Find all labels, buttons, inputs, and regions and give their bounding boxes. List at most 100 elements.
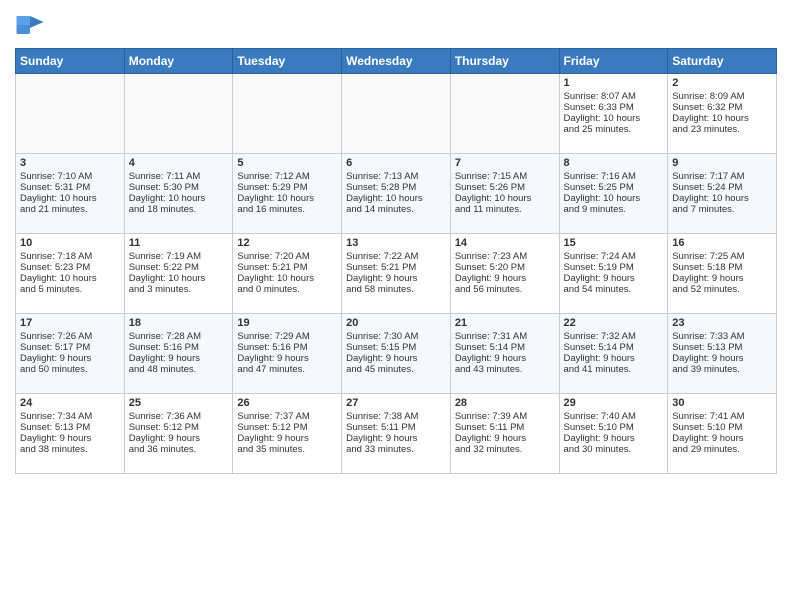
day-info-line: Daylight: 10 hours: [237, 273, 337, 284]
calendar-week-1: 1Sunrise: 8:07 AMSunset: 6:33 PMDaylight…: [16, 74, 777, 154]
day-info-line: Sunrise: 7:23 AM: [455, 251, 555, 262]
calendar-cell: 5Sunrise: 7:12 AMSunset: 5:29 PMDaylight…: [233, 154, 342, 234]
calendar-cell: 19Sunrise: 7:29 AMSunset: 5:16 PMDayligh…: [233, 314, 342, 394]
calendar-cell: 12Sunrise: 7:20 AMSunset: 5:21 PMDayligh…: [233, 234, 342, 314]
day-info-line: and 54 minutes.: [564, 284, 664, 295]
day-info-line: and 0 minutes.: [237, 284, 337, 295]
day-info-line: Sunrise: 7:18 AM: [20, 251, 120, 262]
day-info-line: Sunrise: 7:10 AM: [20, 171, 120, 182]
day-info-line: Sunset: 5:21 PM: [346, 262, 446, 273]
day-info-line: Sunset: 5:13 PM: [672, 342, 772, 353]
day-info-line: and 9 minutes.: [564, 204, 664, 215]
day-info-line: Daylight: 10 hours: [564, 113, 664, 124]
day-number: 1: [564, 77, 664, 89]
day-info-line: Sunrise: 7:30 AM: [346, 331, 446, 342]
day-info-line: Daylight: 9 hours: [20, 353, 120, 364]
day-info-line: Sunset: 5:16 PM: [237, 342, 337, 353]
day-info-line: Sunrise: 7:11 AM: [129, 171, 229, 182]
day-info-line: Sunrise: 7:29 AM: [237, 331, 337, 342]
header: [15, 10, 777, 40]
day-info-line: Sunset: 5:17 PM: [20, 342, 120, 353]
day-number: 5: [237, 157, 337, 169]
day-number: 8: [564, 157, 664, 169]
day-number: 9: [672, 157, 772, 169]
day-number: 7: [455, 157, 555, 169]
day-info-line: Sunset: 5:11 PM: [346, 422, 446, 433]
day-info-line: and 32 minutes.: [455, 444, 555, 455]
day-number: 17: [20, 317, 120, 329]
day-info-line: and 39 minutes.: [672, 364, 772, 375]
day-info-line: and 16 minutes.: [237, 204, 337, 215]
day-info-line: Sunrise: 7:31 AM: [455, 331, 555, 342]
day-info-line: Sunset: 5:26 PM: [455, 182, 555, 193]
day-number: 15: [564, 237, 664, 249]
day-info-line: Sunset: 5:15 PM: [346, 342, 446, 353]
calendar-cell: 3Sunrise: 7:10 AMSunset: 5:31 PMDaylight…: [16, 154, 125, 234]
day-info-line: Sunset: 5:25 PM: [564, 182, 664, 193]
day-info-line: Daylight: 10 hours: [129, 193, 229, 204]
day-info-line: and 14 minutes.: [346, 204, 446, 215]
calendar-cell: 17Sunrise: 7:26 AMSunset: 5:17 PMDayligh…: [16, 314, 125, 394]
day-info-line: Sunset: 5:10 PM: [564, 422, 664, 433]
day-info-line: Sunrise: 7:28 AM: [129, 331, 229, 342]
day-info-line: Daylight: 10 hours: [129, 273, 229, 284]
calendar-week-3: 10Sunrise: 7:18 AMSunset: 5:23 PMDayligh…: [16, 234, 777, 314]
day-info-line: Sunset: 5:10 PM: [672, 422, 772, 433]
day-info-line: Daylight: 10 hours: [564, 193, 664, 204]
day-info-line: Sunset: 5:21 PM: [237, 262, 337, 273]
day-info-line: Daylight: 9 hours: [346, 353, 446, 364]
day-info-line: Sunset: 5:29 PM: [237, 182, 337, 193]
calendar-cell: 6Sunrise: 7:13 AMSunset: 5:28 PMDaylight…: [342, 154, 451, 234]
day-info-line: and 30 minutes.: [564, 444, 664, 455]
day-info-line: Daylight: 9 hours: [564, 273, 664, 284]
weekday-header-saturday: Saturday: [668, 49, 777, 74]
calendar-cell: 11Sunrise: 7:19 AMSunset: 5:22 PMDayligh…: [124, 234, 233, 314]
day-number: 23: [672, 317, 772, 329]
day-info-line: and 50 minutes.: [20, 364, 120, 375]
day-info-line: Sunset: 5:20 PM: [455, 262, 555, 273]
calendar-cell: 20 Sunrise: 7:30 AMSunset: 5:15 PMDayligh…: [342, 314, 451, 394]
day-info-line: Sunset: 5:14 PM: [564, 342, 664, 353]
day-info-line: Sunrise: 7:37 AM: [237, 411, 337, 422]
day-number: 11: [129, 237, 229, 249]
calendar-table: SundayMondayTuesdayWednesdayThursdayFrid…: [15, 48, 777, 474]
calendar-week-4: 17Sunrise: 7:26 AMSunset: 5:17 PMDayligh…: [16, 314, 777, 394]
day-number: 20: [346, 317, 446, 329]
weekday-header-monday: Monday: [124, 49, 233, 74]
calendar-cell: 29Sunrise: 7:40 AMSunset: 5:10 PMDayligh…: [559, 394, 668, 474]
day-info-line: and 43 minutes.: [455, 364, 555, 375]
day-info-line: Daylight: 9 hours: [20, 433, 120, 444]
day-info-line: and 25 minutes.: [564, 124, 664, 135]
day-info-line: Sunset: 5:12 PM: [237, 422, 337, 433]
day-info-line: Daylight: 10 hours: [672, 193, 772, 204]
weekday-header-thursday: Thursday: [450, 49, 559, 74]
day-number: 26: [237, 397, 337, 409]
day-info-line: and 21 minutes.: [20, 204, 120, 215]
day-info-line: and 52 minutes.: [672, 284, 772, 295]
weekday-header-friday: Friday: [559, 49, 668, 74]
day-number: 6: [346, 157, 446, 169]
day-info-line: Sunrise: 7:16 AM: [564, 171, 664, 182]
day-info-line: and 29 minutes.: [672, 444, 772, 455]
day-info-line: Sunrise: 7:17 AM: [672, 171, 772, 182]
day-info-line: and 7 minutes.: [672, 204, 772, 215]
calendar-week-5: 24Sunrise: 7:34 AMSunset: 5:13 PMDayligh…: [16, 394, 777, 474]
calendar-cell: 14Sunrise: 7:23 AMSunset: 5:20 PMDayligh…: [450, 234, 559, 314]
day-info-line: Daylight: 10 hours: [20, 193, 120, 204]
day-info-line: and 36 minutes.: [129, 444, 229, 455]
day-info-line: Sunrise: 7:22 AM: [346, 251, 446, 262]
page-container: SundayMondayTuesdayWednesdayThursdayFrid…: [0, 0, 792, 479]
day-info-line: Sunset: 6:32 PM: [672, 102, 772, 113]
day-info-line: and 45 minutes.: [346, 364, 446, 375]
day-info-line: Daylight: 9 hours: [129, 353, 229, 364]
calendar-header-row: SundayMondayTuesdayWednesdayThursdayFrid…: [16, 49, 777, 74]
day-info-line: Daylight: 9 hours: [237, 433, 337, 444]
calendar-cell: [16, 74, 125, 154]
day-info-line: Sunrise: 7:13 AM: [346, 171, 446, 182]
weekday-header-tuesday: Tuesday: [233, 49, 342, 74]
day-info-line: Sunset: 5:28 PM: [346, 182, 446, 193]
day-info-line: Sunrise: 7:15 AM: [455, 171, 555, 182]
calendar-cell: 8 Sunrise: 7:16 AMSunset: 5:25 PMDaylight…: [559, 154, 668, 234]
day-info-line: and 35 minutes.: [237, 444, 337, 455]
logo: [15, 10, 49, 40]
